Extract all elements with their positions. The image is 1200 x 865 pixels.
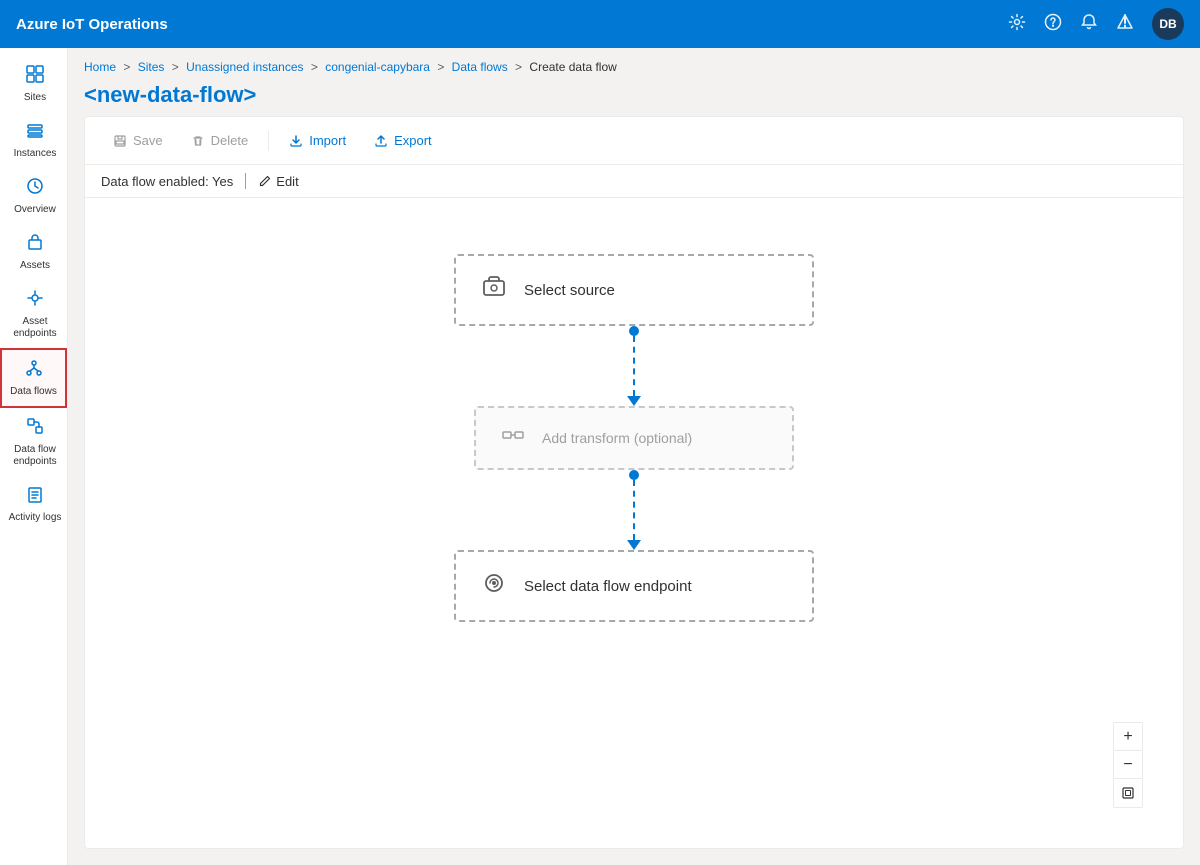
breadcrumb-data-flows[interactable]: Data flows [452, 60, 508, 74]
breadcrumb-current: Create data flow [529, 60, 616, 74]
sidebar-item-data-flows[interactable]: Data flows [0, 348, 67, 408]
sidebar-item-activity-logs[interactable]: Activity logs [0, 476, 67, 532]
overview-icon [25, 176, 45, 201]
page-title: <new-data-flow> [68, 78, 1200, 116]
breadcrumb-sites[interactable]: Sites [138, 60, 165, 74]
sidebar-item-data-flows-label: Data flows [10, 386, 57, 398]
sidebar-item-data-flow-endpoints[interactable]: Data flow endpoints [0, 408, 67, 476]
topbar-actions: DB [1008, 8, 1184, 40]
sidebar-item-asset-endpoints[interactable]: Asset endpoints [0, 280, 67, 348]
help-icon[interactable] [1044, 13, 1062, 36]
connector-1 [627, 326, 641, 406]
save-label: Save [133, 133, 163, 148]
breadcrumb-unassigned[interactable]: Unassigned instances [186, 60, 303, 74]
sidebar-item-data-flow-endpoints-label: Data flow endpoints [7, 444, 63, 468]
connector-line-2 [633, 480, 635, 540]
data-flow-endpoints-icon [25, 416, 45, 441]
transform-label: Add transform (optional) [542, 430, 692, 446]
sidebar-item-overview-label: Overview [14, 204, 56, 216]
content-area: Home > Sites > Unassigned instances > co… [68, 48, 1200, 865]
connector-arrow-2 [627, 540, 641, 550]
connector-dot-2 [629, 470, 639, 480]
transform-icon [500, 422, 526, 454]
toolbar-separator [268, 131, 269, 151]
sidebar-item-assets-label: Assets [20, 260, 50, 272]
export-button[interactable]: Export [362, 127, 444, 154]
assets-icon [25, 232, 45, 257]
activity-logs-icon [25, 484, 45, 509]
sidebar-item-sites-label: Sites [24, 92, 46, 104]
connector-line-1 [633, 336, 635, 396]
connector-arrow-1 [627, 396, 641, 406]
destination-node[interactable]: Select data flow endpoint [454, 550, 814, 622]
sidebar-item-sites[interactable]: Sites [0, 56, 67, 112]
source-icon [480, 273, 508, 307]
instances-icon [25, 120, 45, 145]
status-text: Data flow enabled: Yes [101, 174, 233, 189]
sidebar-item-instances-label: Instances [14, 148, 57, 160]
edit-button[interactable]: Edit [258, 174, 298, 189]
sidebar-item-asset-endpoints-label: Asset endpoints [7, 316, 63, 340]
transform-node[interactable]: Add transform (optional) [474, 406, 794, 470]
save-button[interactable]: Save [101, 127, 175, 154]
main-card: Save Delete Import Export Data flow [84, 116, 1184, 849]
sidebar-item-overview[interactable]: Overview [0, 168, 67, 224]
delete-label: Delete [211, 133, 249, 148]
canvas-area: Select source Add transform (optional) [85, 198, 1183, 848]
sidebar: Sites Instances Overview Assets [0, 48, 68, 865]
export-label: Export [394, 133, 432, 148]
avatar[interactable]: DB [1152, 8, 1184, 40]
bell-icon[interactable] [1080, 13, 1098, 36]
edit-label: Edit [276, 174, 298, 189]
breadcrumb-home[interactable]: Home [84, 60, 116, 74]
settings-icon[interactable] [1008, 13, 1026, 36]
delete-button[interactable]: Delete [179, 127, 261, 154]
flow-canvas: Select source Add transform (optional) [101, 214, 1167, 832]
destination-icon [480, 569, 508, 603]
destination-label: Select data flow endpoint [524, 578, 692, 595]
status-bar: Data flow enabled: Yes Edit [85, 165, 1183, 198]
sidebar-item-assets[interactable]: Assets [0, 224, 67, 280]
zoom-out-button[interactable]: − [1114, 751, 1142, 779]
connector-dot-1 [629, 326, 639, 336]
source-label: Select source [524, 282, 615, 299]
sidebar-item-instances[interactable]: Instances [0, 112, 67, 168]
main-layout: Sites Instances Overview Assets [0, 48, 1200, 865]
breadcrumb: Home > Sites > Unassigned instances > co… [68, 48, 1200, 78]
notification-icon[interactable] [1116, 13, 1134, 36]
breadcrumb-instance[interactable]: congenial-capybara [325, 60, 430, 74]
connector-2 [627, 470, 641, 550]
topbar: Azure IoT Operations DB [0, 0, 1200, 48]
source-node[interactable]: Select source [454, 254, 814, 326]
zoom-controls: + − [1113, 722, 1143, 808]
asset-endpoints-icon [25, 288, 45, 313]
import-label: Import [309, 133, 346, 148]
toolbar: Save Delete Import Export [85, 117, 1183, 165]
status-separator [245, 173, 246, 189]
app-title: Azure IoT Operations [16, 16, 1008, 33]
sites-icon [25, 64, 45, 89]
zoom-reset-button[interactable] [1114, 779, 1142, 807]
sidebar-item-activity-logs-label: Activity logs [9, 512, 62, 524]
data-flows-icon [24, 358, 44, 383]
zoom-in-button[interactable]: + [1114, 723, 1142, 751]
import-button[interactable]: Import [277, 127, 358, 154]
